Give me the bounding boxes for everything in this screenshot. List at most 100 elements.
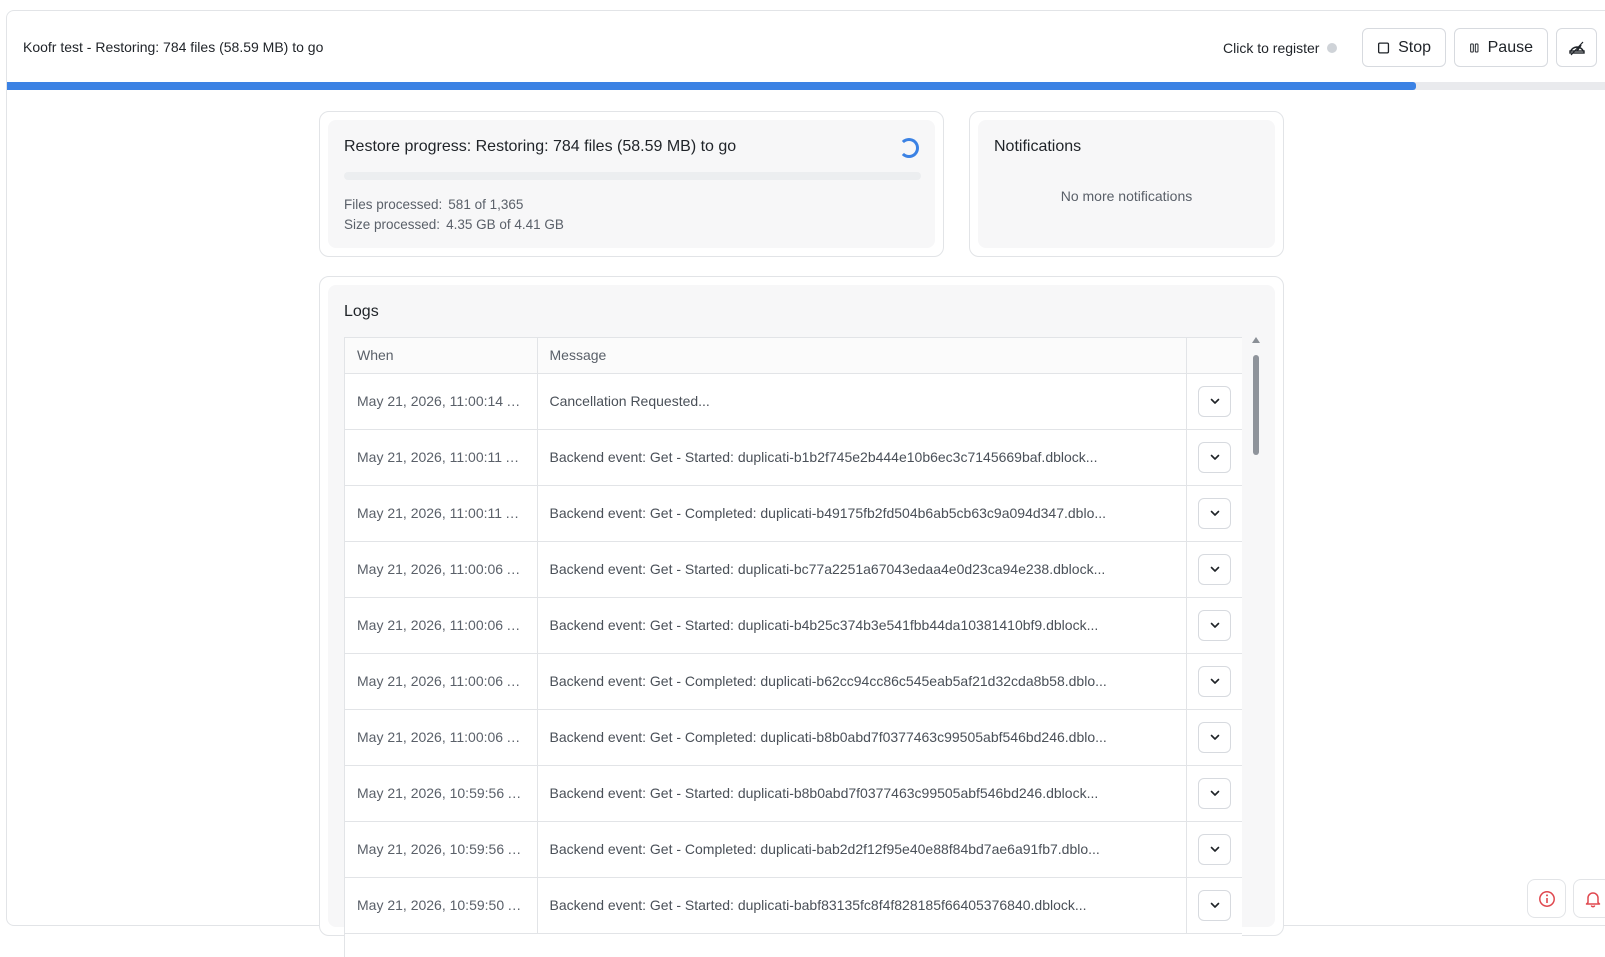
log-message-cell: Backend event: Get - Completed: duplicat… bbox=[537, 709, 1187, 766]
restore-progress-bar bbox=[344, 172, 921, 180]
table-row: May 21, 2026, 11:00:06 AM Backend event: … bbox=[345, 653, 1242, 710]
expand-row-button[interactable] bbox=[1198, 777, 1231, 809]
files-processed-value: 581 of 1,365 bbox=[448, 197, 524, 212]
log-message-cell: Cancellation Requested... bbox=[537, 373, 1187, 430]
notifications-panel: Notifications No more notifications bbox=[978, 120, 1275, 248]
size-processed-value: 4.35 GB of 4.41 GB bbox=[446, 217, 564, 232]
expand-row-button[interactable] bbox=[1198, 889, 1231, 921]
log-when-cell: May 21, 2026, 10:59:56 AM bbox=[345, 765, 538, 822]
size-processed: Size processed: 4.35 GB of 4.41 GB bbox=[344, 217, 564, 232]
pause-label: Pause bbox=[1487, 38, 1533, 56]
logs-card: Logs When Message May 21, 2026, 11:00:14… bbox=[319, 276, 1284, 957]
chevron-down-icon bbox=[1210, 510, 1219, 516]
logs-panel: Logs When Message May 21, 2026, 11:00:14… bbox=[328, 285, 1275, 957]
notifications-bell-button[interactable] bbox=[1573, 879, 1605, 918]
log-message-cell: Backend event: Get - Completed: duplicat… bbox=[537, 821, 1187, 878]
log-message-cell: Backend event: Get - Started: duplicati-… bbox=[537, 765, 1187, 822]
column-header-message: Message bbox=[537, 338, 1187, 374]
info-button[interactable] bbox=[1527, 879, 1566, 918]
stop-button[interactable]: Stop bbox=[1362, 28, 1446, 67]
logs-table: When Message May 21, 2026, 11:00:14 AM Ca… bbox=[345, 338, 1242, 934]
log-message-cell: Backend event: Get - Started: duplicati-… bbox=[537, 877, 1187, 934]
log-actions-cell bbox=[1186, 541, 1242, 598]
restore-progress-panel: Restore progress: Restoring: 784 files (… bbox=[328, 120, 935, 248]
log-actions-cell bbox=[1186, 373, 1242, 430]
register-link[interactable]: Click to register bbox=[1223, 40, 1338, 56]
log-message-cell: Backend event: Get - Completed: duplicat… bbox=[537, 485, 1187, 542]
column-header-when: When bbox=[345, 338, 538, 374]
log-when-cell: May 21, 2026, 11:00:11 AM bbox=[345, 485, 538, 542]
expand-row-button[interactable] bbox=[1198, 609, 1231, 641]
files-processed-label: Files processed: bbox=[344, 197, 443, 212]
chevron-down-icon bbox=[1210, 790, 1219, 796]
column-header-actions bbox=[1186, 338, 1242, 374]
chevron-down-icon bbox=[1210, 678, 1219, 684]
log-actions-cell bbox=[1186, 597, 1242, 654]
table-row: May 21, 2026, 11:00:11 AM Backend event: … bbox=[345, 429, 1242, 486]
spinner-icon bbox=[899, 138, 919, 158]
expand-row-button[interactable] bbox=[1198, 721, 1231, 753]
chevron-down-icon bbox=[1210, 622, 1219, 628]
expand-row-button[interactable] bbox=[1198, 497, 1231, 529]
log-actions-cell bbox=[1186, 653, 1242, 710]
restore-progress-card: Restore progress: Restoring: 784 files (… bbox=[319, 111, 944, 257]
bell-icon bbox=[1585, 891, 1600, 907]
page-title: Koofr test - Restoring: 784 files (58.59… bbox=[23, 39, 324, 55]
size-processed-label: Size processed: bbox=[344, 217, 441, 232]
pause-icon bbox=[1470, 43, 1479, 52]
logs-header-row: When Message bbox=[345, 338, 1242, 374]
log-actions-cell bbox=[1186, 877, 1242, 934]
log-message-cell: Backend event: Get - Started: duplicati-… bbox=[537, 597, 1187, 654]
log-actions-cell bbox=[1186, 485, 1242, 542]
expand-row-button[interactable] bbox=[1198, 441, 1231, 473]
expand-row-button[interactable] bbox=[1198, 385, 1231, 417]
top-progress-fill bbox=[7, 82, 1417, 90]
stop-label: Stop bbox=[1398, 38, 1431, 56]
table-row: May 21, 2026, 11:00:06 AM Backend event: … bbox=[345, 597, 1242, 654]
chevron-down-icon bbox=[1210, 846, 1219, 852]
expand-row-button[interactable] bbox=[1198, 665, 1231, 697]
logs-scrollbar[interactable] bbox=[1251, 337, 1261, 897]
pause-button[interactable]: Pause bbox=[1454, 28, 1548, 67]
chevron-down-icon bbox=[1210, 398, 1219, 404]
table-row: May 21, 2026, 11:00:11 AM Backend event: … bbox=[345, 485, 1242, 542]
notifications-card: Notifications No more notifications bbox=[969, 111, 1284, 257]
throttle-button[interactable] bbox=[1556, 28, 1597, 67]
table-row: May 21, 2026, 10:59:50 AM Backend event: … bbox=[345, 877, 1242, 934]
logs-table-body: May 21, 2026, 11:00:14 AM Cancellation Re… bbox=[345, 373, 1242, 934]
gauge-icon bbox=[1568, 41, 1585, 55]
table-row: May 21, 2026, 10:59:56 AM Backend event: … bbox=[345, 765, 1242, 822]
chevron-down-icon bbox=[1210, 734, 1219, 740]
log-actions-cell bbox=[1186, 765, 1242, 822]
log-message-cell: Backend event: Get - Started: duplicati-… bbox=[537, 429, 1187, 486]
logs-title: Logs bbox=[344, 303, 379, 320]
scroll-thumb[interactable] bbox=[1253, 355, 1259, 455]
register-label[interactable]: Click to register bbox=[1223, 40, 1319, 56]
expand-row-button[interactable] bbox=[1198, 553, 1231, 585]
log-when-cell: May 21, 2026, 11:00:06 AM bbox=[345, 541, 538, 598]
chevron-down-icon bbox=[1210, 454, 1219, 460]
info-icon bbox=[1538, 890, 1555, 907]
expand-row-button[interactable] bbox=[1198, 833, 1231, 865]
log-when-cell: May 21, 2026, 10:59:56 AM bbox=[345, 821, 538, 878]
chevron-down-icon bbox=[1210, 566, 1219, 572]
log-actions-cell bbox=[1186, 429, 1242, 486]
log-when-cell: May 21, 2026, 11:00:14 AM bbox=[345, 373, 538, 430]
table-row: May 21, 2026, 11:00:14 AM Cancellation Re… bbox=[345, 373, 1242, 430]
log-actions-cell bbox=[1186, 709, 1242, 766]
square-icon bbox=[1377, 41, 1390, 54]
restore-progress-title: Restore progress: Restoring: 784 files (… bbox=[344, 138, 737, 155]
table-row: May 21, 2026, 11:00:06 AM Backend event: … bbox=[345, 709, 1242, 766]
log-message-cell: Backend event: Get - Started: duplicati-… bbox=[537, 541, 1187, 598]
logs-table-container[interactable]: When Message May 21, 2026, 11:00:14 AM Ca… bbox=[344, 337, 1242, 957]
log-actions-cell bbox=[1186, 821, 1242, 878]
log-when-cell: May 21, 2026, 11:00:06 AM bbox=[345, 653, 538, 710]
log-when-cell: May 21, 2026, 10:59:50 AM bbox=[345, 877, 538, 934]
files-processed: Files processed: 581 of 1,365 bbox=[344, 197, 523, 212]
log-message-cell: Backend event: Get - Completed: duplicat… bbox=[537, 653, 1187, 710]
top-bar: Koofr test - Restoring: 784 files (58.59… bbox=[7, 11, 1605, 83]
top-progress-bar bbox=[7, 82, 1605, 90]
log-when-cell: May 21, 2026, 11:00:06 AM bbox=[345, 709, 538, 766]
scroll-up-arrow-icon[interactable] bbox=[1252, 337, 1260, 343]
table-row: May 21, 2026, 10:59:56 AM Backend event: … bbox=[345, 821, 1242, 878]
